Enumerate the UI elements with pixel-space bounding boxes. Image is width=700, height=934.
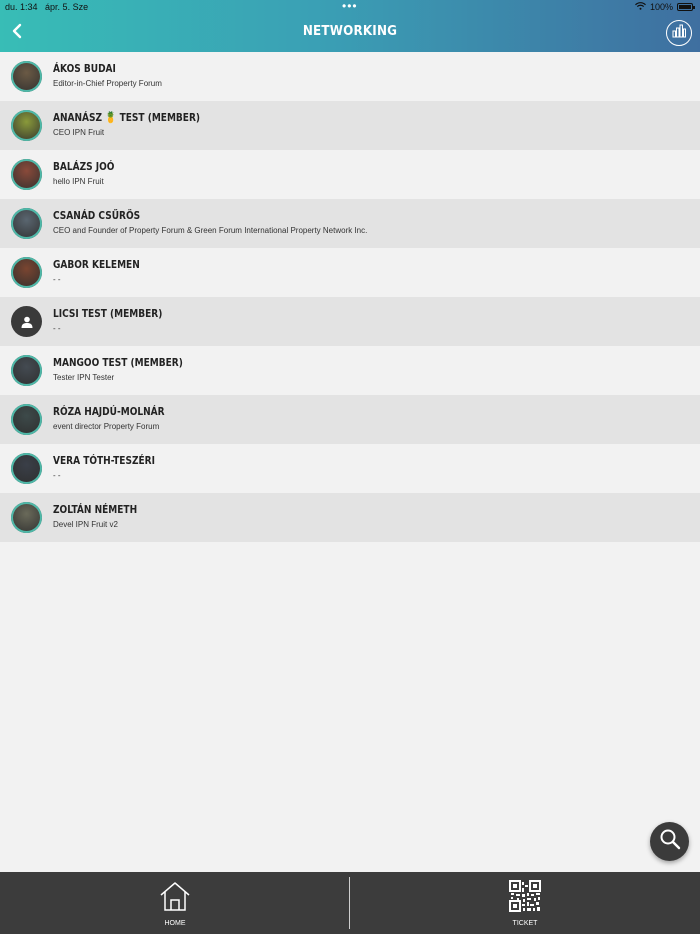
search-button[interactable] [650,822,689,861]
list-item-text: LICSI TEST (MEMBER) - - [53,307,186,333]
people-list: ÁKOS BUDAI Editor-in-Chief Property Forum… [0,52,700,542]
list-item[interactable]: GABOR KELEMEN - - [0,248,700,297]
default-avatar-icon [11,306,42,337]
avatar [11,453,42,484]
person-subtitle: - - [53,275,61,284]
person-subtitle: - - [53,471,61,480]
tab-ticket[interactable]: TICKET [350,872,700,934]
person-subtitle: Devel IPN Fruit v2 [53,520,118,529]
list-item-text: BALÁZS JOÓ hello IPN Fruit [53,160,128,186]
list-item[interactable]: LICSI TEST (MEMBER) - - [0,297,700,346]
person-subtitle: Editor-in-Chief Property Forum [53,79,162,88]
avatar [11,257,42,288]
avatar [11,208,42,239]
person-subtitle: Tester IPN Tester [53,373,115,382]
avatar [11,502,42,533]
status-date: ápr. 5. Sze [45,2,89,12]
avatar [11,159,42,190]
tab-ticket-label: TICKET [512,919,538,927]
avatar [11,355,42,386]
person-name: CSANÁD CSŰRÖS [53,209,141,222]
screen: du. 1:34 ápr. 5. Sze ••• 100% NETWORKING… [0,0,700,934]
avatar [11,404,42,435]
list-item[interactable]: CSANÁD CSŰRÖS CEO and Founder of Property… [0,199,700,248]
list-item[interactable]: ÁKOS BUDAI Editor-in-Chief Property Forum [0,52,700,101]
multitasking-dots[interactable]: ••• [342,0,358,12]
tab-home-label: HOME [164,919,186,927]
avatar [11,61,42,92]
list-item[interactable]: MANGOO TEST (MEMBER) Tester IPN Tester [0,346,700,395]
person-name: ANANÁSZ 🍍 TEST (MEMBER) [53,111,201,124]
person-subtitle: event director Property Forum [53,422,160,431]
person-name: LICSI TEST (MEMBER) [53,307,163,320]
back-button[interactable] [6,22,28,44]
person-name: VERA TÓTH-TESZÉRI [53,454,155,467]
house-icon [158,880,192,917]
list-item-text: ZOLTÁN NÉMETH Devel IPN Fruit v2 [53,503,156,529]
list-item-text: VERA TÓTH-TESZÉRI - - [53,454,177,480]
bar-chart-icon [671,23,687,44]
battery-percent: 100% [649,2,673,12]
tab-home[interactable]: HOME [0,872,350,934]
page-title: NETWORKING [302,24,398,39]
status-bar-left: du. 1:34 ápr. 5. Sze [5,2,88,12]
list-item-text: CSANÁD CSŰRÖS CEO and Founder of Property… [53,209,367,235]
list-item[interactable]: BALÁZS JOÓ hello IPN Fruit [0,150,700,199]
list-item-text: ANANÁSZ 🍍 TEST (MEMBER) CEO IPN Fruit [53,111,232,137]
person-subtitle: CEO IPN Fruit [53,128,105,137]
search-icon [659,828,681,855]
person-name: ÁKOS BUDAI [53,62,116,75]
list-item[interactable]: ANANÁSZ 🍍 TEST (MEMBER) CEO IPN Fruit [0,101,700,150]
list-item[interactable]: ZOLTÁN NÉMETH Devel IPN Fruit v2 [0,493,700,542]
statistics-button[interactable] [666,20,692,46]
list-item[interactable]: VERA TÓTH-TESZÉRI - - [0,444,700,493]
avatar [11,110,42,141]
person-subtitle: CEO and Founder of Property Forum & Gree… [53,226,368,235]
qr-code-icon [509,879,541,917]
wifi-icon [635,2,646,12]
person-name: RÓZA HAJDÚ-MOLNÁR [53,405,165,418]
person-subtitle: hello IPN Fruit [53,177,104,186]
status-bar-right: 100% [635,2,695,12]
person-name: MANGOO TEST (MEMBER) [53,356,183,369]
person-name: GABOR KELEMEN [53,258,140,271]
person-name: BALÁZS JOÓ [53,160,115,173]
list-item-text: ÁKOS BUDAI Editor-in-Chief Property Forum [53,62,162,88]
bottom-tab-bar: HOME TICKET [0,872,700,934]
list-item-text: MANGOO TEST (MEMBER) Tester IPN Tester [53,356,211,382]
person-subtitle: - - [53,324,61,333]
chevron-left-icon [11,23,23,44]
list-item[interactable]: RÓZA HAJDÚ-MOLNÁR event director Property… [0,395,700,444]
status-time: du. 1:34 [5,2,38,12]
list-item-text: GABOR KELEMEN - - [53,258,159,284]
battery-icon [677,3,695,11]
header: du. 1:34 ápr. 5. Sze ••• 100% NETWORKING [0,0,700,52]
person-name: ZOLTÁN NÉMETH [53,503,138,516]
list-item-text: RÓZA HAJDÚ-MOLNÁR event director Property… [53,405,189,431]
